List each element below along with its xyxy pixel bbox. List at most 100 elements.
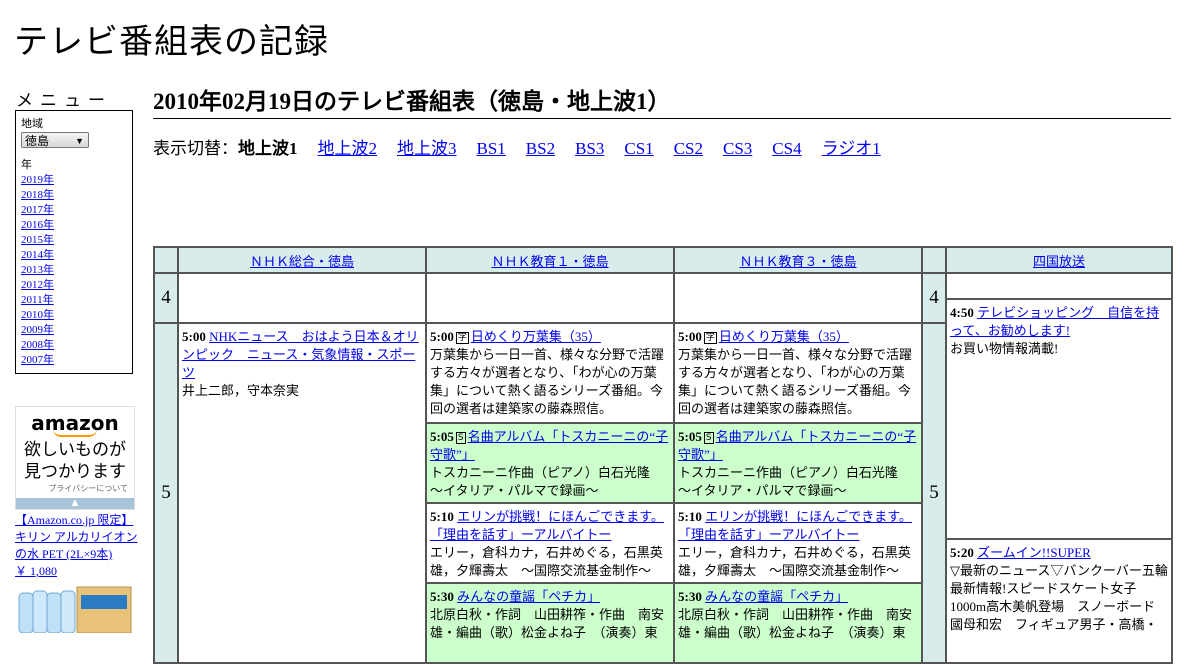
year-link-2007[interactable]: 2007年 [21,354,54,366]
hour-cell: 5 [921,322,947,664]
switch-label: 表示切替： [153,139,238,158]
chevron-down-icon: ▼ [75,136,84,146]
hour-cell: 4 [153,272,179,324]
program-time: 5:20 [950,545,974,560]
program-desc: トスカニーニ作曲（ピアノ）白石光隆 ～イタリア・パルマで録画～ [430,465,663,498]
program-cell: 5:30 みんなの童謡「ペチカ」 北原白秋・作詞 山田耕筰・作曲 南安雄・編曲（… [427,582,673,662]
year-link-2014[interactable]: 2014年 [21,249,54,261]
channel-link[interactable]: ＮＨＫ総合・徳島 [250,254,354,269]
program-title[interactable]: エリンが挑戦！にほんごできます。「理由を話す」ーアルバイトー [430,509,664,542]
current-tab: 地上波1 [238,139,298,158]
hour-cell: 5 [153,322,179,664]
page-title: 2010年02月19日のテレビ番組表（徳島・地上波1） [153,82,1171,119]
nhk-sogo-column: 5:00 NHKニュース おはよう日本＆オリンピック ニュース・気象情報・スポー… [177,322,427,664]
tab-cs4[interactable]: CS4 [772,139,801,158]
channel-link[interactable]: ＮＨＫ教育１・徳島 [491,254,608,269]
ad-privacy-link[interactable]: プライバシーについて [16,483,134,494]
tab-cs1[interactable]: CS1 [624,139,653,158]
program-cell: 5:20 ズームイン!!SUPER ▽最新のニュース▽バンクーバー五輪最新情報!… [947,538,1171,658]
program-cell: 5:05 S 名曲アルバム「トスカニーニの“子守歌”」 トスカニーニ作曲（ピアノ）白… [675,422,921,502]
year-link-2011[interactable]: 2011年 [21,294,54,306]
program-cell: 5:00 字日めくり万葉集（35） 万葉集から一日一首、様々な分野で活躍する方々が… [675,324,921,422]
program-title[interactable]: NHKニュース おはよう日本＆オリンピック ニュース・気象情報・スポーツ [182,329,419,380]
hour-cell: 4 [921,272,947,324]
year-label: 年 [21,159,32,171]
program-title[interactable]: エリンが挑戦！にほんごできます。「理由を話す」ーアルバイトー [678,509,912,542]
tab-radio1[interactable]: ラジオ1 [822,139,881,158]
product-ad: 【Amazon.co.jp 限定】キリン アルカリイオンの水 PET (2L×9… [15,512,139,580]
program-time: 4:50 [950,305,974,320]
program-desc: 万葉集から一日一首、様々な分野で活躍する方々が選者となり、「わが心の万葉集」につ… [430,347,665,416]
channel-link[interactable]: ＮＨＫ教育３・徳島 [739,254,856,269]
nhk-edu3-column: 5:00 字日めくり万葉集（35） 万葉集から一日一首、様々な分野で活躍する方々が… [673,322,923,664]
program-title[interactable]: 日めくり万葉集（35） [719,329,849,344]
program-time: 5:00 [182,329,206,344]
program-desc: エリー，倉科カナ，石井めぐる，石黒英雄，夕輝壽太 ～国際交流基金制作～ [430,545,663,578]
sidebar-menu: 地域 徳島 ▼ 年 2019年 2018年 2017年 2016年 2015年 … [15,110,133,374]
program-title[interactable]: テレビショッピング 自信を持って、お勧めします! [950,305,1159,338]
year-link-2018[interactable]: 2018年 [21,189,54,201]
year-list: 2019年 2018年 2017年 2016年 2015年 2014年 2013… [21,173,127,368]
program-desc: 万葉集から一日一首、様々な分野で活躍する方々が選者となり、「わが心の万葉集」につ… [678,347,913,416]
channel-link[interactable]: 四国放送 [1033,254,1085,269]
program-title[interactable]: ズームイン!!SUPER [977,545,1091,560]
program-cell: 5:10 エリンが挑戦！にほんごできます。「理由を話す」ーアルバイトー エリー，… [427,502,673,582]
program-desc: 北原白秋・作詞 山田耕筰・作曲 南安雄・編曲（歌）松金よね子 （演奏）東 [678,607,913,640]
year-link-2017[interactable]: 2017年 [21,204,54,216]
program-title[interactable]: 日めくり万葉集（35） [471,329,601,344]
ad-collapse-icon[interactable]: ▲ [16,498,134,509]
program-desc: ▽最新のニュース▽バンクーバー五輪最新情報!スピードスケート女子1000m高木美… [950,563,1168,632]
channel-header: ＮＨＫ総合・徳島 [177,246,427,274]
tab-cs3[interactable]: CS3 [723,139,752,158]
year-link-2016[interactable]: 2016年 [21,219,54,231]
region-select[interactable]: 徳島 ▼ [21,132,89,148]
tab-bs3[interactable]: BS3 [575,139,604,158]
product-price[interactable]: ￥ 1,080 [15,564,57,578]
program-title[interactable]: みんなの童謡「ペチカ」 [705,589,848,604]
year-link-2010[interactable]: 2010年 [21,309,54,321]
amazon-ad-banner[interactable]: amazon 欲しいものが見つかります プライバシーについて ▲ [15,406,135,510]
program-time: 5:30 [430,589,454,604]
product-link[interactable]: 【Amazon.co.jp 限定】キリン アルカリイオンの水 PET (2L×9… [15,513,138,561]
program-desc: お買い物情報満載! [950,341,1059,356]
program-desc: トスカニーニ作曲（ピアノ）白石光隆 ～イタリア・パルマで録画～ [678,465,911,498]
program-time: 5:10 [678,509,702,524]
year-link-2012[interactable]: 2012年 [21,279,54,291]
hour-header [153,246,179,274]
amazon-logo: amazon [31,411,119,435]
program-time: 5:00 [678,329,702,344]
product-image[interactable] [15,583,135,633]
channel-header: ＮＨＫ教育３・徳島 [673,246,923,274]
year-link-2019[interactable]: 2019年 [21,174,54,186]
stereo-mark-icon: S [703,432,714,445]
program-title[interactable]: 名曲アルバム「トスカニーニの“子守歌”」 [678,429,916,462]
year-link-2009[interactable]: 2009年 [21,324,54,336]
program-cell: 5:05 S 名曲アルバム「トスカニーニの“子守歌”」 トスカニーニ作曲（ピアノ）白… [427,422,673,502]
program-cell: 5:30 みんなの童謡「ペチカ」 北原白秋・作詞 山田耕筰・作曲 南安雄・編曲（… [675,582,921,662]
shikoku-column: 4:50 テレビショッピング 自信を持って、お勧めします! お買い物情報満載! … [945,272,1173,664]
tab-cs2[interactable]: CS2 [674,139,703,158]
tab-chijouha3[interactable]: 地上波3 [397,139,457,158]
channel-header: ＮＨＫ教育１・徳島 [425,246,675,274]
tab-bs2[interactable]: BS2 [526,139,555,158]
site-title: テレビ番組表の記録 [14,22,329,62]
menu-label: メニュー [16,91,112,111]
program-desc: 北原白秋・作詞 山田耕筰・作曲 南安雄・編曲（歌）松金よね子 （演奏）東 [430,607,665,640]
caption-mark-icon: 字 [703,332,717,345]
year-link-2015[interactable]: 2015年 [21,234,54,246]
program-desc: エリー，倉科カナ，石井めぐる，石黒英雄，夕輝壽太 ～国際交流基金制作～ [678,545,911,578]
program-title[interactable]: みんなの童謡「ペチカ」 [457,589,600,604]
tab-bs1[interactable]: BS1 [477,139,506,158]
program-title[interactable]: 名曲アルバム「トスカニーニの“子守歌”」 [430,429,668,462]
program-cell: 4:50 テレビショッピング 自信を持って、お勧めします! お買い物情報満載! [947,300,1171,538]
region-label: 地域 [21,118,43,130]
year-link-2008[interactable]: 2008年 [21,339,54,351]
stereo-mark-icon: S [455,432,466,445]
tab-chijouha2[interactable]: 地上波2 [318,139,378,158]
schedule-table: ＮＨＫ総合・徳島 ＮＨＫ教育１・徳島 ＮＨＫ教育３・徳島 四国放送 4 4 4:… [153,246,1173,664]
program-time: 5:10 [430,509,454,524]
empty-slot [947,274,1171,300]
program-cell: 5:00 NHKニュース おはよう日本＆オリンピック ニュース・気象情報・スポー… [179,324,425,404]
year-link-2013[interactable]: 2013年 [21,264,54,276]
program-time: 5:00 [430,329,454,344]
